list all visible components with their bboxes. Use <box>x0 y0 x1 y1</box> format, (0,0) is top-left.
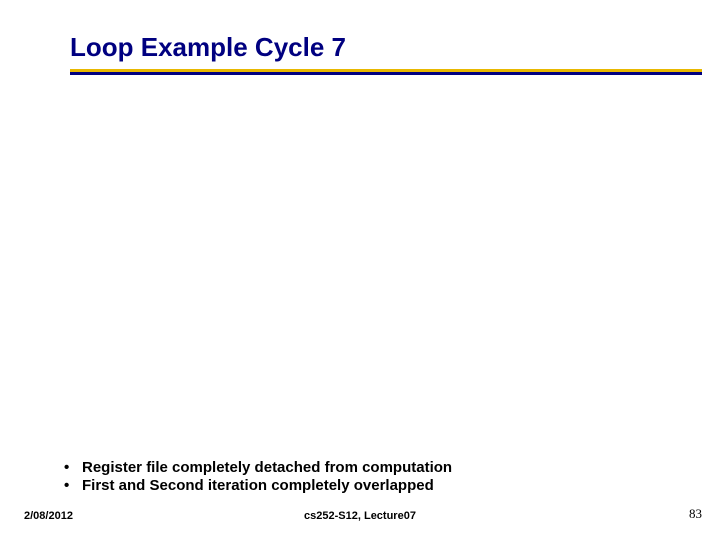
bullet-marker: • <box>64 459 74 478</box>
bullet-list: • Register file completely detached from… <box>64 459 452 497</box>
bullet-item-1: • Register file completely detached from… <box>64 459 452 478</box>
footer-page-number: 83 <box>689 506 702 522</box>
footer: 2/08/2012 cs252-S12, Lecture07 83 <box>0 502 720 522</box>
footer-center: cs252-S12, Lecture07 <box>304 510 416 522</box>
bullet-marker: • <box>64 477 74 496</box>
bullet-item-2: • First and Second iteration completely … <box>64 477 452 496</box>
slide-title: Loop Example Cycle 7 <box>70 32 690 69</box>
bullet-text-2: First and Second iteration completely ov… <box>82 477 434 496</box>
title-area: Loop Example Cycle 7 <box>70 32 690 75</box>
bullet-text-1: Register file completely detached from c… <box>82 459 452 478</box>
footer-date: 2/08/2012 <box>24 510 73 522</box>
title-underline-navy <box>70 72 702 75</box>
title-underline <box>70 69 702 75</box>
